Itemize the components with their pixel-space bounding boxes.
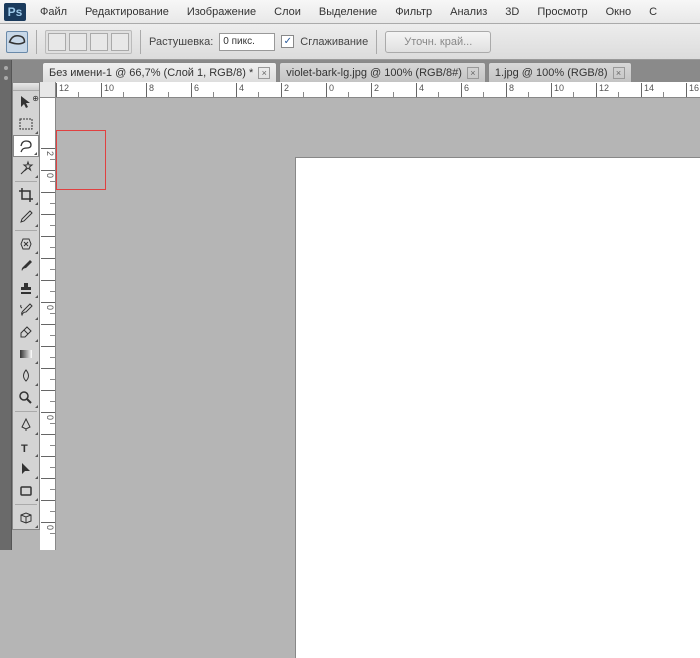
separator [140, 30, 141, 54]
brush-tool[interactable] [13, 255, 39, 277]
gradient-tool[interactable] [13, 343, 39, 365]
pen-tool[interactable] [13, 414, 39, 436]
document-canvas[interactable] [296, 158, 700, 658]
path-select-tool[interactable] [13, 458, 39, 480]
feather-label: Растушевка: [149, 36, 213, 48]
menu-filter[interactable]: Фильтр [387, 3, 440, 21]
menu-layers[interactable]: Слои [266, 3, 309, 21]
move-tool[interactable]: ⊕ [13, 91, 39, 113]
menu-view[interactable]: Просмотр [529, 3, 595, 21]
document-tab-1[interactable]: Без имени-1 @ 66,7% (Слой 1, RGB/8) * × [42, 62, 277, 82]
lasso-tool[interactable] [13, 135, 39, 157]
crop-tool[interactable] [13, 184, 39, 206]
toolbox: ⊕ T [12, 82, 40, 530]
antialias-label: Сглаживание [300, 36, 368, 48]
feather-input[interactable] [219, 33, 275, 51]
history-brush-tool[interactable] [13, 299, 39, 321]
selection-add-button[interactable] [69, 33, 87, 51]
document-tab-2[interactable]: violet-bark-lg.jpg @ 100% (RGB/8#) × [279, 62, 486, 82]
options-bar: Растушевка: ✓ Сглаживание Уточн. край... [0, 24, 700, 60]
tool-preset-icon[interactable] [6, 31, 28, 53]
refine-edge-button[interactable]: Уточн. край... [385, 31, 491, 53]
tab-label: 1.jpg @ 100% (RGB/8) [495, 67, 608, 79]
ruler-corner[interactable] [40, 82, 56, 98]
marquee-tool[interactable] [13, 113, 39, 135]
highlight-box [56, 130, 106, 190]
eyedropper-tool[interactable] [13, 206, 39, 228]
antialias-checkbox[interactable]: ✓ [281, 35, 294, 48]
wand-tool[interactable] [13, 157, 39, 179]
separator [36, 30, 37, 54]
shape-tool[interactable] [13, 480, 39, 502]
type-tool[interactable]: T [13, 436, 39, 458]
menu-help[interactable]: C [641, 3, 665, 21]
menu-image[interactable]: Изображение [179, 3, 264, 21]
selection-mode-group [45, 30, 132, 54]
ruler-vertical[interactable]: 20000 [40, 98, 56, 550]
menu-file[interactable]: Файл [32, 3, 75, 21]
heal-tool[interactable] [13, 233, 39, 255]
document-tab-3[interactable]: 1.jpg @ 100% (RGB/8) × [488, 62, 632, 82]
menu-3d[interactable]: 3D [497, 3, 527, 21]
svg-text:T: T [21, 443, 28, 455]
3d-tool[interactable] [13, 507, 39, 529]
close-icon[interactable]: × [613, 67, 625, 79]
toolbox-header[interactable] [13, 83, 39, 91]
selection-subtract-button[interactable] [90, 33, 108, 51]
tab-label: violet-bark-lg.jpg @ 100% (RGB/8#) [286, 67, 462, 79]
menu-edit[interactable]: Редактирование [77, 3, 177, 21]
separator [376, 30, 377, 54]
flower-image [666, 338, 700, 578]
workspace: 121086420246810121416 20000 [40, 82, 700, 550]
menu-window[interactable]: Окно [598, 3, 640, 21]
close-icon[interactable]: × [258, 67, 270, 79]
ruler-horizontal[interactable]: 121086420246810121416 [56, 82, 700, 98]
selection-intersect-button[interactable] [111, 33, 129, 51]
eraser-tool[interactable] [13, 321, 39, 343]
selection-new-button[interactable] [48, 33, 66, 51]
blur-tool[interactable] [13, 365, 39, 387]
panel-dock-edge[interactable] [0, 60, 12, 550]
tab-label: Без имени-1 @ 66,7% (Слой 1, RGB/8) * [49, 67, 253, 79]
canvas-area[interactable] [56, 98, 700, 550]
menu-bar: Ps Файл Редактирование Изображение Слои … [0, 0, 700, 24]
app-logo: Ps [4, 3, 26, 21]
dodge-tool[interactable] [13, 387, 39, 409]
document-tab-bar: Без имени-1 @ 66,7% (Слой 1, RGB/8) * × v… [0, 60, 700, 82]
stamp-tool[interactable] [13, 277, 39, 299]
menu-analysis[interactable]: Анализ [442, 3, 495, 21]
close-icon[interactable]: × [467, 67, 479, 79]
menu-select[interactable]: Выделение [311, 3, 385, 21]
